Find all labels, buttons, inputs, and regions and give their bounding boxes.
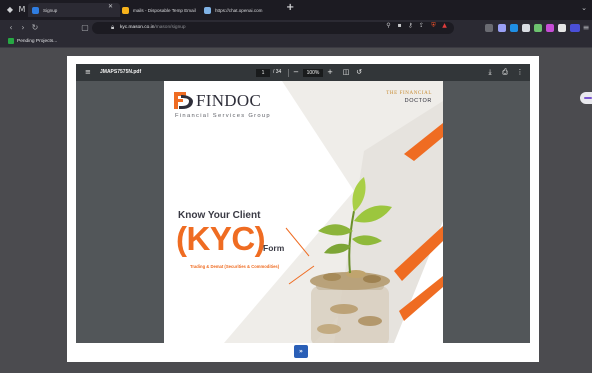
- browser-toolbar: ‹ › ↻ ▢ 🔒︎ kyc.mason.co.in/mason/signup …: [0, 20, 592, 36]
- fit-page-icon[interactable]: ◫: [341, 64, 351, 81]
- pdf-page-input[interactable]: 1: [256, 69, 270, 77]
- kyc-form-word: Form: [263, 243, 285, 253]
- pdf-file-name: JMAPS7575N.pdf: [100, 69, 142, 75]
- findoc-logo: FINDOC: [174, 92, 261, 109]
- pdf-divider: [288, 69, 289, 77]
- url-path: /mason/signup: [154, 25, 186, 30]
- rotate-icon[interactable]: ↺: [354, 64, 364, 81]
- extension-icon[interactable]: [534, 24, 542, 32]
- kyc-description: Trading & Demat (Securities & Commoditie…: [190, 264, 280, 269]
- tagline-line-2: DOCTOR: [404, 98, 432, 104]
- bookmark-page-icon[interactable]: ▢: [80, 23, 90, 33]
- kyc-big-text: (KYC): [176, 220, 266, 257]
- rewards-icon[interactable]: ▲: [440, 22, 449, 34]
- browser-tab-strip: ◆ M Signup ✕ mails - Disposable Temp Ema…: [0, 0, 592, 20]
- side-panel-toggle[interactable]: [580, 92, 592, 104]
- decorative-line: [285, 227, 310, 257]
- brand-subtitle: Financial Services Group: [175, 113, 271, 119]
- download-icon[interactable]: ⤓: [485, 64, 495, 81]
- pdf-page: FINDOC Financial Services Group THE FINA…: [164, 81, 443, 343]
- page-backdrop: ≡ JMAPS7575N.pdf 1 / 34 − 100% + ◫ ↺ ⤓ ⎙…: [0, 48, 592, 373]
- more-options-icon[interactable]: ⋮: [515, 64, 525, 81]
- pdf-toolbar: ≡ JMAPS7575N.pdf 1 / 34 − 100% + ◫ ↺ ⤓ ⎙…: [76, 64, 530, 81]
- location-icon[interactable]: ⚲: [384, 22, 393, 34]
- extension-icon[interactable]: [546, 24, 554, 32]
- brave-shield-icon[interactable]: ⛨: [429, 22, 438, 34]
- print-icon[interactable]: ⎙: [500, 64, 510, 81]
- tab-title: Signup: [43, 7, 58, 13]
- url-host: kyc.mason.co.in: [120, 25, 155, 30]
- share-icon[interactable]: ⇪: [417, 22, 426, 34]
- tab-list-chevron-icon[interactable]: ⌄: [581, 4, 587, 12]
- key-icon[interactable]: ⚷: [406, 22, 415, 34]
- extension-icon[interactable]: [498, 24, 506, 32]
- tagline-line-1: THE FINANCIAL: [386, 91, 432, 96]
- tab-title: https://chat.openai.com: [215, 7, 263, 13]
- bookmark-favicon-icon: [8, 38, 14, 44]
- zoom-in-icon[interactable]: +: [325, 64, 335, 81]
- back-icon[interactable]: ‹: [6, 23, 16, 33]
- tab-chat[interactable]: https://chat.openai.com: [200, 3, 282, 17]
- coin-jar-illustration: [310, 270, 390, 343]
- bookmark-pending-projects[interactable]: Pending Projects...: [8, 38, 57, 44]
- tab-signup[interactable]: Signup: [28, 3, 120, 17]
- camera-icon[interactable]: ▪: [395, 22, 404, 34]
- pdf-zoom-input[interactable]: 100%: [303, 69, 323, 77]
- lock-icon: 🔒︎: [111, 24, 115, 31]
- new-tab-icon[interactable]: +: [286, 2, 294, 13]
- zoom-out-icon[interactable]: −: [291, 64, 301, 81]
- next-page-button[interactable]: »: [294, 345, 308, 358]
- extension-icon[interactable]: [485, 24, 493, 32]
- bookmark-label: Pending Projects...: [17, 38, 58, 44]
- firefox-view-icon[interactable]: ◆: [4, 3, 16, 17]
- reload-icon[interactable]: ↻: [30, 23, 40, 33]
- pdf-page-total: / 34: [273, 69, 282, 75]
- pdf-viewer[interactable]: FINDOC Financial Services Group THE FINA…: [76, 81, 530, 343]
- signup-favicon-icon: [32, 6, 39, 14]
- chat-favicon-icon: [204, 6, 211, 14]
- extension-icon[interactable]: [510, 24, 518, 32]
- forward-icon[interactable]: ›: [18, 23, 28, 33]
- findoc-logo-mark-icon: [174, 92, 193, 109]
- tab-title: mails - Disposable Temp Email: [133, 7, 196, 13]
- vpn-icon[interactable]: [570, 24, 580, 32]
- pdf-modal: ≡ JMAPS7575N.pdf 1 / 34 − 100% + ◫ ↺ ⤓ ⎙…: [67, 56, 539, 362]
- mail-favicon-icon: [122, 6, 129, 14]
- url-bar[interactable]: 🔒︎ kyc.mason.co.in/mason/signup ⚲ ▪ ⚷ ⇪ …: [92, 22, 454, 34]
- bookmarks-bar: Pending Projects...: [0, 36, 592, 48]
- extension-icon[interactable]: [558, 24, 566, 32]
- brand-name: FINDOC: [196, 91, 262, 110]
- menu-icon[interactable]: ≡: [582, 23, 590, 33]
- tab-close-icon[interactable]: ✕: [108, 3, 113, 10]
- mail-tab-icon[interactable]: M: [16, 3, 28, 17]
- pdf-menu-icon[interactable]: ≡: [85, 64, 91, 81]
- extension-icon[interactable]: [522, 24, 530, 32]
- tab-temp-email[interactable]: mails - Disposable Temp Email: [118, 3, 204, 17]
